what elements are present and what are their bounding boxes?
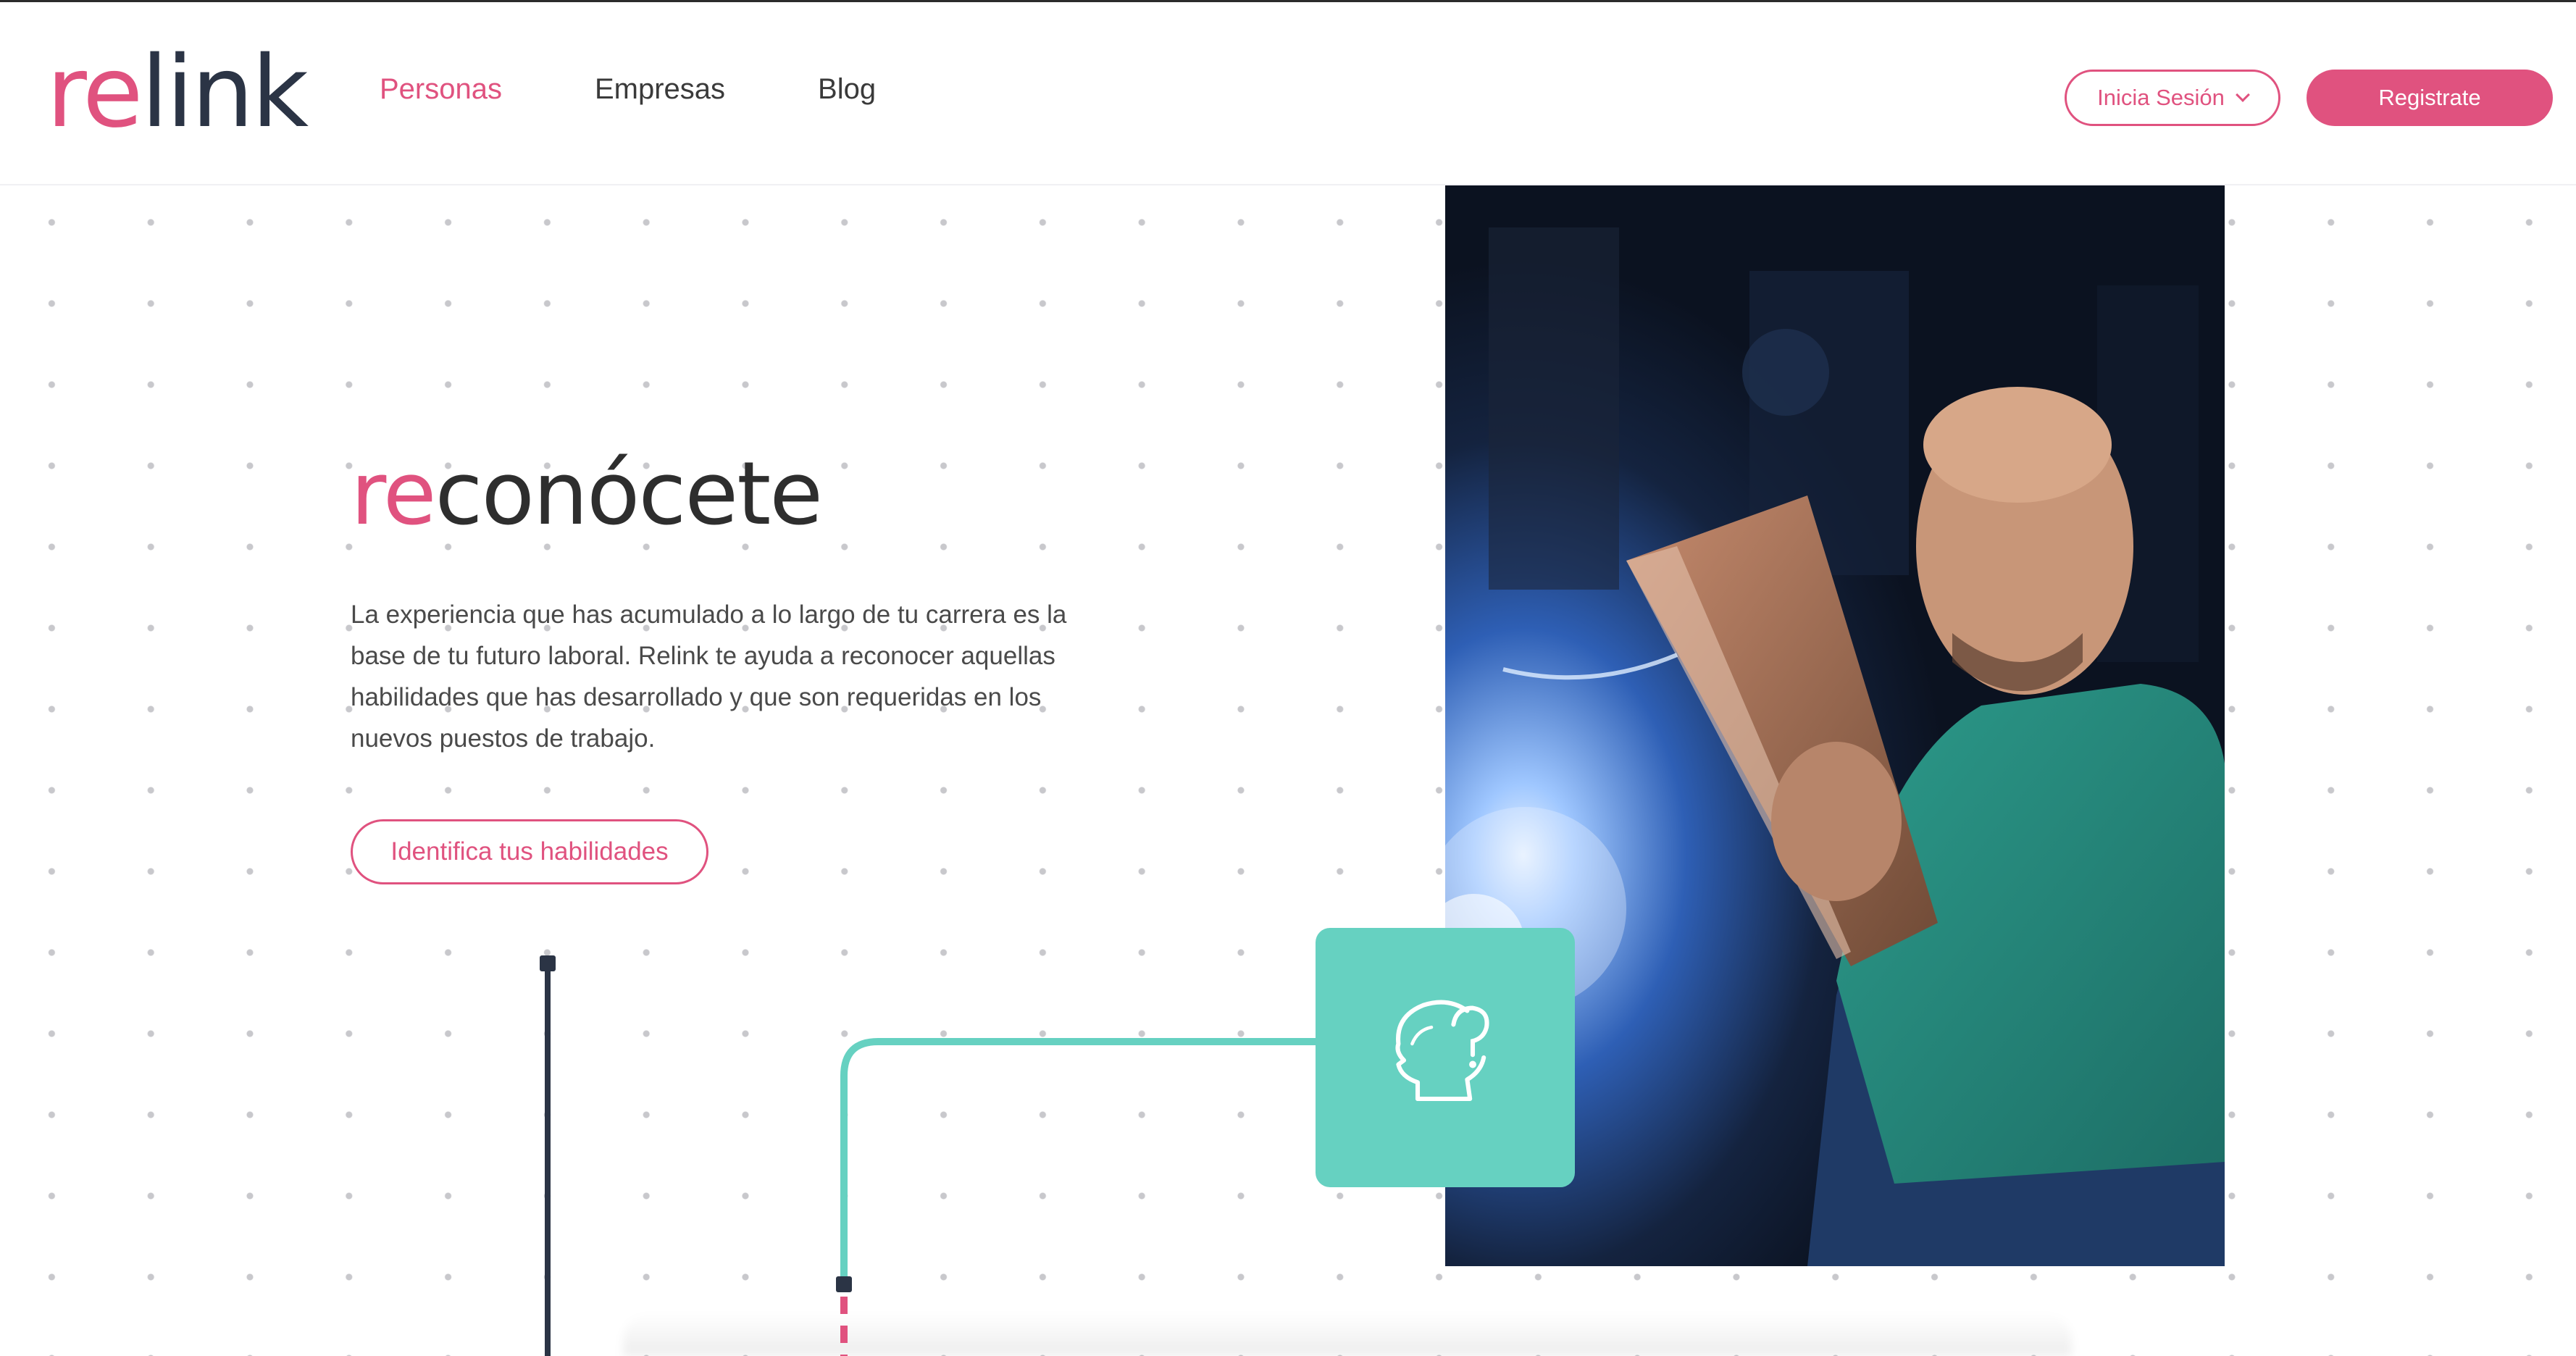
relink-logo[interactable]: relink — [46, 35, 309, 150]
skills-icon-card — [1316, 928, 1575, 1187]
head-question-icon — [1395, 1000, 1489, 1102]
main-nav: Personas Empresas Blog — [380, 72, 876, 106]
login-button[interactable]: Inicia Sesión — [2065, 70, 2280, 126]
nav-item-empresas[interactable]: Empresas — [595, 72, 725, 106]
logo-suffix: link — [141, 35, 309, 150]
nav-item-personas[interactable]: Personas — [380, 72, 502, 106]
logo-prefix: re — [46, 35, 143, 150]
register-button[interactable]: Registrate — [2307, 70, 2553, 126]
site-header: relink Personas Empresas Blog Inicia Ses… — [0, 2, 2576, 185]
register-button-label: Registrate — [2378, 85, 2481, 110]
connector-lines — [540, 955, 1316, 1356]
nav-item-blog[interactable]: Blog — [818, 72, 876, 106]
chevron-down-icon — [2235, 88, 2250, 102]
login-button-label: Inicia Sesión — [2097, 85, 2225, 110]
